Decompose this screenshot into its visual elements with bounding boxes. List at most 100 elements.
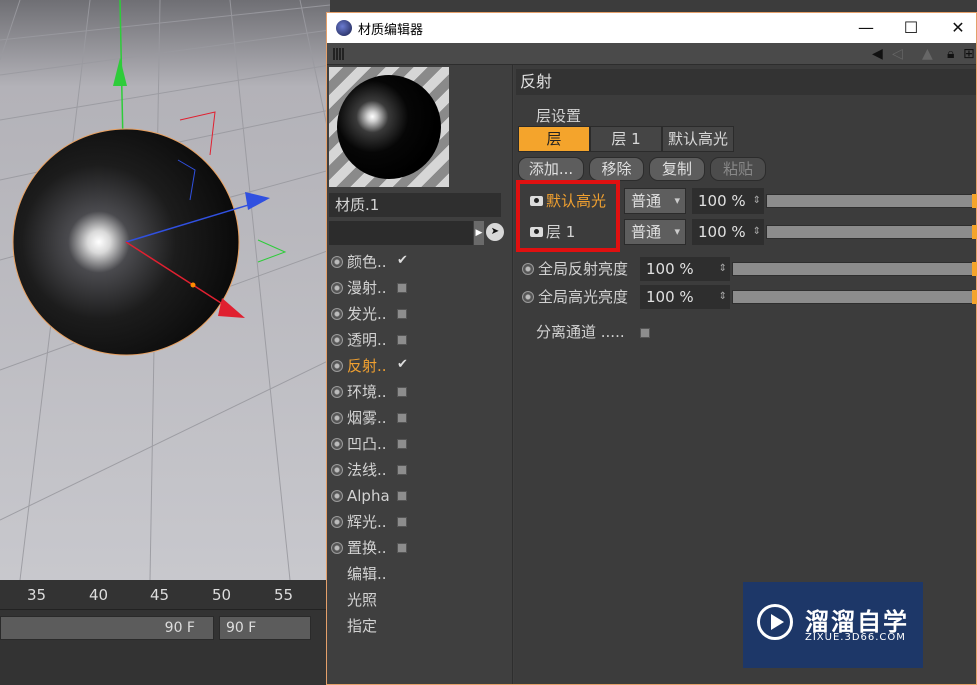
animate-radio[interactable] — [522, 263, 534, 275]
layer-amount-slider[interactable] — [766, 225, 977, 239]
current-frame-field[interactable]: 90 F — [219, 616, 311, 640]
channel-checkbox[interactable] — [397, 517, 407, 527]
picker-icon[interactable]: ➤ — [486, 223, 504, 241]
up-icon[interactable]: ▲ — [922, 46, 933, 62]
tab-default-specular[interactable]: 默认高光 — [662, 126, 734, 152]
maximize-button[interactable]: ☐ — [896, 17, 926, 39]
slider-knob[interactable] — [972, 194, 977, 208]
channel-item[interactable]: 反射.. ✔ — [331, 353, 511, 379]
tab-layer[interactable]: 层 — [518, 126, 590, 152]
blend-mode-select[interactable]: 普通 — [624, 219, 686, 245]
timeline[interactable]: 35 40 45 50 55 90 F 90 F — [0, 580, 330, 685]
channel-label: 指定 — [347, 617, 378, 635]
channel-edit[interactable]: 编辑.. — [331, 561, 511, 587]
grip-icon[interactable] — [333, 48, 345, 60]
channel-checkbox[interactable] — [397, 439, 407, 449]
slider-knob[interactable] — [972, 290, 977, 304]
arrow-left-icon[interactable]: ◀ — [872, 46, 883, 62]
paste-button[interactable]: 粘贴 — [710, 157, 766, 181]
channel-item[interactable]: 环境.. — [331, 379, 511, 405]
channel-label: Alpha — [347, 487, 390, 505]
animate-radio[interactable] — [331, 438, 343, 450]
timeline-tick: 45 — [150, 586, 170, 604]
timeline-ruler[interactable]: 35 40 45 50 55 — [0, 580, 330, 610]
layer-amount-slider[interactable] — [766, 194, 977, 208]
animate-radio[interactable] — [331, 308, 343, 320]
global-reflection-row: 全局反射亮度 100 % — [522, 257, 977, 281]
animate-radio[interactable] — [331, 282, 343, 294]
channel-item[interactable]: 置换.. — [331, 535, 511, 561]
editor-toolbar: ◀ ◁ ▲ 🔒︎ ⊞ — [327, 43, 976, 65]
channel-item[interactable]: 漫射.. — [331, 275, 511, 301]
channel-item[interactable]: 法线.. — [331, 457, 511, 483]
section-header: 反射 — [516, 69, 976, 95]
channel-label: 颜色.. — [347, 253, 387, 271]
channel-checkbox[interactable]: ✔ — [397, 248, 408, 268]
minimize-button[interactable]: — — [851, 17, 881, 39]
channel-checkbox[interactable] — [397, 335, 407, 345]
channel-checkbox[interactable] — [397, 465, 407, 475]
channel-item[interactable]: 颜色.. ✔ — [331, 249, 511, 275]
current-frame-value: 90 F — [226, 620, 257, 636]
channel-checkbox[interactable]: ✔ — [397, 352, 408, 372]
tab-layer-1[interactable]: 层 1 — [590, 126, 662, 152]
slider-knob[interactable] — [972, 262, 977, 276]
new-window-icon[interactable]: ⊞ — [963, 46, 975, 62]
channel-item[interactable]: 凹凸.. — [331, 431, 511, 457]
end-frame-field[interactable]: 90 F — [0, 616, 214, 640]
viewport-scene — [0, 0, 330, 580]
global-reflection-slider[interactable] — [732, 262, 977, 276]
add-button[interactable]: 添加... — [518, 157, 584, 181]
animate-radio[interactable] — [331, 256, 343, 268]
channel-checkbox[interactable] — [397, 543, 407, 553]
channel-item[interactable]: 烟雾.. — [331, 405, 511, 431]
material-name-field[interactable]: 材质.1 — [329, 193, 501, 217]
remove-button[interactable]: 移除 — [589, 157, 644, 181]
material-link-field[interactable] — [329, 221, 473, 245]
channel-checkbox[interactable] — [397, 491, 407, 501]
animate-radio[interactable] — [331, 516, 343, 528]
lock-icon[interactable]: 🔒︎ — [947, 46, 954, 62]
layer-amount-field[interactable]: 100 % — [692, 219, 764, 245]
animate-radio[interactable] — [331, 412, 343, 424]
animate-radio[interactable] — [522, 291, 534, 303]
channel-label: 辉光.. — [347, 513, 387, 531]
channel-illumination[interactable]: 光照 — [331, 587, 511, 613]
slider-knob[interactable] — [972, 225, 977, 239]
global-reflection-field[interactable]: 100 % — [640, 257, 730, 281]
channel-label: 反射.. — [347, 357, 387, 375]
watermark-subtitle: ZIXUE.3D66.COM — [805, 632, 906, 643]
channel-label: 光照 — [347, 591, 378, 609]
animate-radio[interactable] — [331, 464, 343, 476]
arrow-right-icon[interactable]: ◁ — [892, 46, 903, 62]
channel-label: 漫射.. — [347, 279, 387, 297]
channel-item[interactable]: Alpha — [331, 483, 511, 509]
separate-passes-checkbox[interactable] — [640, 328, 650, 338]
animate-radio[interactable] — [331, 542, 343, 554]
blend-mode-select[interactable]: 普通 — [624, 188, 686, 214]
channel-label: 凹凸.. — [347, 435, 387, 453]
close-button[interactable]: ✕ — [943, 17, 973, 39]
channel-label: 法线.. — [347, 461, 387, 479]
animate-radio[interactable] — [331, 360, 343, 372]
3d-viewport[interactable] — [0, 0, 330, 580]
channel-item[interactable]: 辉光.. — [331, 509, 511, 535]
global-specular-field[interactable]: 100 % — [640, 285, 730, 309]
channel-item[interactable]: 透明.. — [331, 327, 511, 353]
channel-item[interactable]: 发光.. — [331, 301, 511, 327]
channel-checkbox[interactable] — [397, 387, 407, 397]
channel-checkbox[interactable] — [397, 283, 407, 293]
channel-checkbox[interactable] — [397, 413, 407, 423]
link-arrow-icon[interactable]: ▶ — [474, 221, 484, 245]
layer-amount-field[interactable]: 100 % — [692, 188, 764, 214]
channel-assign[interactable]: 指定 — [331, 613, 511, 639]
material-preview[interactable] — [329, 67, 449, 187]
channel-checkbox[interactable] — [397, 309, 407, 319]
title-bar[interactable]: 材质编辑器 — ☐ ✕ — [327, 13, 976, 43]
highlight-box — [516, 180, 620, 252]
global-specular-slider[interactable] — [732, 290, 977, 304]
animate-radio[interactable] — [331, 490, 343, 502]
animate-radio[interactable] — [331, 334, 343, 346]
animate-radio[interactable] — [331, 386, 343, 398]
copy-button[interactable]: 复制 — [649, 157, 705, 181]
